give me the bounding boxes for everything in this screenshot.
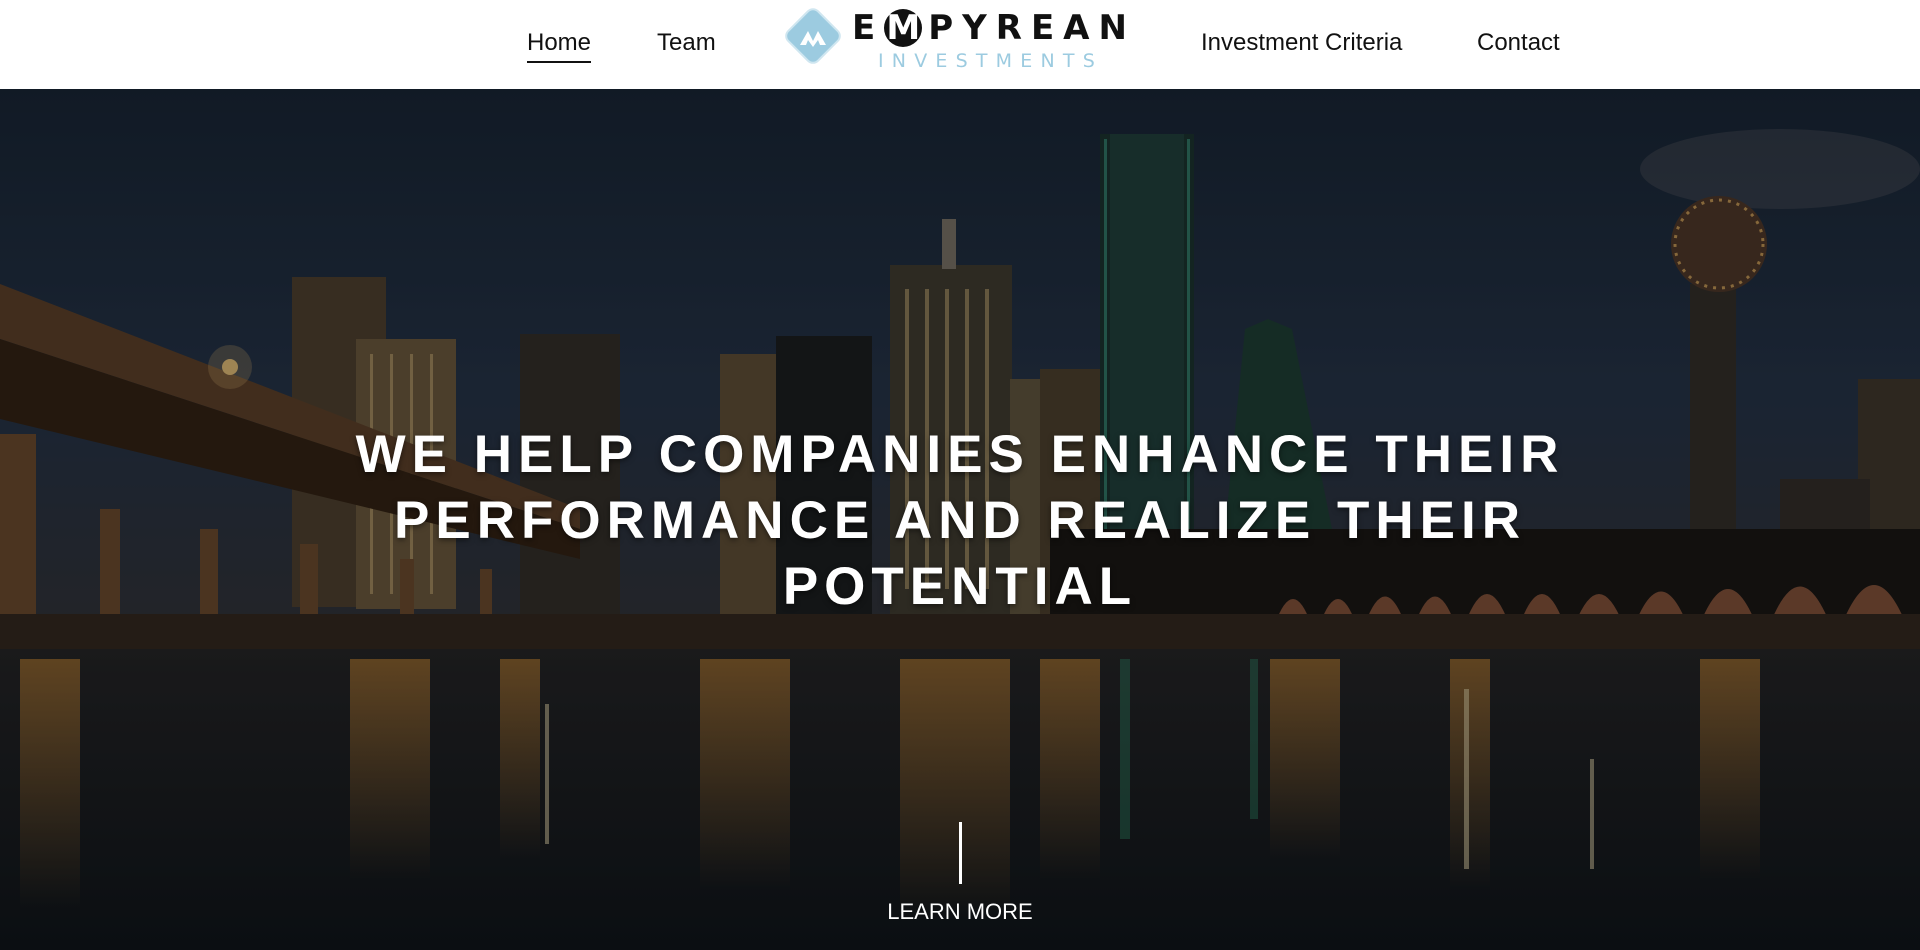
logo-letter-e: E bbox=[852, 8, 885, 48]
hero-heading: WE HELP COMPANIES ENHANCE THEIR PERFORMA… bbox=[0, 422, 1920, 620]
logo-circled-m: M bbox=[884, 9, 923, 47]
nav-home-link[interactable]: Home bbox=[527, 26, 592, 63]
hero-heading-line-2: PERFORMANCE AND REALIZE THEIR bbox=[394, 491, 1526, 550]
site-header: Home Team EM PYREAN INVESTMENTS Investmen… bbox=[0, 0, 1920, 89]
nav-investment-criteria-link[interactable]: Investment Criteria bbox=[1201, 26, 1402, 60]
logo-wordmark: EM PYREAN bbox=[852, 9, 1136, 47]
logo-letters-rest: PYREAN bbox=[928, 8, 1136, 48]
hero-heading-line-1: WE HELP COMPANIES ENHANCE THEIR bbox=[355, 425, 1565, 484]
scroll-indicator-line bbox=[959, 822, 962, 884]
empyrean-logo[interactable]: EM PYREAN INVESTMENTS bbox=[780, 3, 1130, 73]
hero-section: WE HELP COMPANIES ENHANCE THEIR PERFORMA… bbox=[0, 89, 1920, 950]
nav-team-link[interactable]: Team bbox=[657, 26, 716, 60]
logo-subtitle: INVESTMENTS bbox=[878, 50, 1103, 72]
hero-heading-line-3: POTENTIAL bbox=[782, 557, 1138, 616]
diamond-logo-icon bbox=[785, 8, 841, 64]
learn-more-link[interactable]: LEARN MORE bbox=[860, 897, 1060, 927]
nav-contact-link[interactable]: Contact bbox=[1477, 26, 1560, 60]
